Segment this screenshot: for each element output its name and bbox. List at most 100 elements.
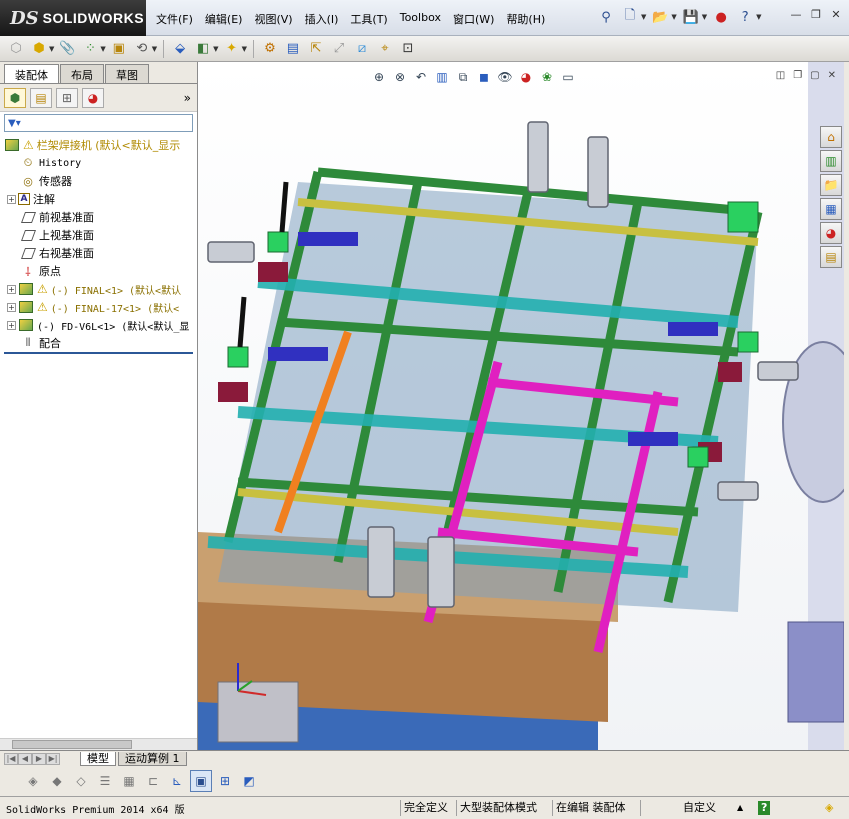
expand-plus-icon[interactable]: + [7, 320, 16, 330]
open-folder-icon[interactable]: 📂 [650, 7, 670, 27]
tree-item-right-plane[interactable]: 右视基准面 [0, 244, 197, 262]
viewport-split-icon[interactable]: ◫ [776, 70, 785, 81]
tab-model[interactable]: 模型 [80, 751, 116, 766]
property-manager-icon[interactable]: ▤ [30, 87, 52, 108]
configuration-manager-icon[interactable]: ⊞ [56, 87, 78, 108]
section-view-icon[interactable]: ▥ [433, 68, 451, 86]
custom-properties-icon[interactable]: ▤ [820, 246, 842, 268]
menu-tools[interactable]: 工具(T) [344, 9, 393, 29]
grid-icon[interactable]: ▦ [118, 770, 140, 792]
units-dropdown-icon[interactable]: ▲ [734, 800, 746, 816]
expand-plus-icon[interactable]: + [7, 302, 16, 312]
align-icon[interactable]: ⊏ [142, 770, 164, 792]
appearances-scenes-icon[interactable]: ◕ [820, 222, 842, 244]
view-orientation-icon[interactable]: ⧉ [454, 68, 472, 86]
tab-motion-study[interactable]: 运动算例 1 [118, 751, 187, 766]
shaded-with-edges-icon[interactable]: ◈ [22, 770, 44, 792]
tree-item-sensors[interactable]: ◎ 传感器 [0, 172, 197, 190]
rollback-bar[interactable] [4, 352, 193, 354]
view-palette-icon[interactable]: ▦ [820, 198, 842, 220]
timeline-chart-icon[interactable]: ⊾ [166, 770, 188, 792]
menu-view[interactable]: 视图(V) [248, 9, 298, 29]
view-settings-icon[interactable]: ▭ [559, 68, 577, 86]
help-question-icon[interactable]: ? [735, 7, 755, 27]
previous-view-icon[interactable]: ↶ [412, 68, 430, 86]
bill-of-materials-icon[interactable]: ▤ [283, 39, 303, 59]
prev-tab-arrow-icon[interactable]: ◀ [18, 752, 32, 765]
tab-layout[interactable]: 布局 [60, 64, 104, 83]
status-help-icon[interactable]: ? [758, 801, 771, 815]
expand-plus-icon[interactable]: + [7, 284, 16, 294]
menu-window[interactable]: 窗口(W) [447, 9, 500, 29]
tree-root-assembly[interactable]: ⚠ 栏架焊接机 (默认<默认_显示 [0, 136, 197, 154]
horizontal-scrollbar[interactable] [0, 738, 197, 750]
3d-view-cube-icon[interactable]: ▣ [190, 770, 212, 792]
menu-insert[interactable]: 插入(I) [299, 9, 345, 29]
file-explorer-folder-icon[interactable]: 📁 [820, 174, 842, 196]
exploded-view-icon[interactable]: ⇱ [306, 39, 326, 59]
menu-toolbox[interactable]: Toolbox [394, 9, 447, 29]
save-dropdown-icon[interactable]: ▼ [702, 13, 707, 21]
filter-funnel-icon[interactable]: ▼▾ [8, 118, 21, 129]
explode-line-sketch-icon[interactable]: ⤢ [329, 39, 349, 59]
features-dropdown-icon[interactable]: ▼ [213, 45, 218, 53]
reference-geometry-icon[interactable]: ✦ [222, 39, 242, 59]
minimize-icon[interactable]: — [789, 8, 803, 22]
move-dropdown-icon[interactable]: ▼ [152, 45, 157, 53]
insert-component-icon[interactable]: ⬢ [29, 39, 49, 59]
tree-item-component[interactable]: + ⚠ (-) FINAL-17<1> (默认< [0, 298, 197, 316]
save-icon[interactable]: 💾 [681, 7, 701, 27]
menu-edit[interactable]: 编辑(E) [199, 9, 249, 29]
mate-paperclip-icon[interactable]: 📎 [57, 39, 77, 59]
viewport-restore-icon[interactable]: ❐ [793, 70, 802, 81]
instant3d-icon[interactable]: ⌖ [375, 39, 395, 59]
wireframe-icon[interactable]: ◇ [70, 770, 92, 792]
shaded-icon[interactable]: ◆ [46, 770, 68, 792]
design-library-icon[interactable]: ▥ [820, 150, 842, 172]
tab-sketch[interactable]: 草图 [105, 64, 149, 83]
help-dropdown-icon[interactable]: ▼ [756, 13, 761, 21]
interference-detection-icon[interactable]: ⧄ [352, 39, 372, 59]
tree-item-component[interactable]: + ⚠ (-) FINAL<1> (默认<默认 [0, 280, 197, 298]
new-document-icon[interactable]: 🗋 [620, 7, 640, 27]
expand-chevron-icon[interactable]: » [184, 91, 191, 105]
tree-item-front-plane[interactable]: 前视基准面 [0, 208, 197, 226]
show-hidden-icon[interactable]: ⬙ [170, 39, 190, 59]
list-icon[interactable]: ☰ [94, 770, 116, 792]
menu-help[interactable]: 帮助(H) [500, 9, 551, 29]
viewport-maximize-icon[interactable]: ▢ [810, 70, 819, 81]
rebuild-traffic-light-icon[interactable]: ● [711, 7, 731, 27]
solidworks-resources-home-icon[interactable]: ⌂ [820, 126, 842, 148]
menu-file[interactable]: 文件(F) [150, 9, 199, 29]
open-dropdown-icon[interactable]: ▼ [671, 13, 676, 21]
close-icon[interactable]: ✕ [829, 8, 843, 22]
apply-scene-icon[interactable]: ❀ [538, 68, 556, 86]
table-view-icon[interactable]: ⊞ [214, 770, 236, 792]
reference-dropdown-icon[interactable]: ▼ [242, 45, 247, 53]
feature-manager-icon[interactable]: ⬢ [4, 87, 26, 108]
hide-show-items-icon[interactable]: 👁 [496, 68, 514, 86]
restore-icon[interactable]: ❐ [809, 8, 823, 22]
last-tab-arrow-icon[interactable]: ▶| [46, 752, 60, 765]
new-dropdown-icon[interactable]: ▼ [641, 13, 646, 21]
move-component-icon[interactable]: ⟲ [132, 39, 152, 59]
tree-item-annotations[interactable]: + A 注解 [0, 190, 197, 208]
pattern-dropdown-icon[interactable]: ▼ [100, 45, 105, 53]
tree-filter[interactable]: ▼▾ [4, 114, 193, 132]
solidworks-logo[interactable]: DS SOLIDWORKS [0, 0, 146, 36]
edit-component-icon[interactable]: ⬡ [6, 39, 26, 59]
insert-component-dropdown-icon[interactable]: ▼ [49, 45, 54, 53]
tab-assembly[interactable]: 装配体 [4, 64, 59, 83]
first-tab-arrow-icon[interactable]: |◀ [4, 752, 18, 765]
smart-fasteners-icon[interactable]: ▣ [109, 39, 129, 59]
tree-item-top-plane[interactable]: 上视基准面 [0, 226, 197, 244]
expand-plus-icon[interactable]: + [7, 194, 16, 204]
tree-item-component[interactable]: + (-) FD-V6L<1> (默认<默认_显 [0, 316, 197, 334]
toggle-view-icon[interactable]: ◩ [238, 770, 260, 792]
component-pattern-icon[interactable]: ⁘ [80, 39, 100, 59]
new-motion-study-icon[interactable]: ⚙ [260, 39, 280, 59]
zoom-to-fit-icon[interactable]: ⊕ [370, 68, 388, 86]
pin-icon[interactable]: ⚲ [596, 7, 616, 27]
status-units-custom[interactable]: 自定义 [680, 800, 719, 816]
display-manager-icon[interactable]: ◕ [82, 87, 104, 108]
